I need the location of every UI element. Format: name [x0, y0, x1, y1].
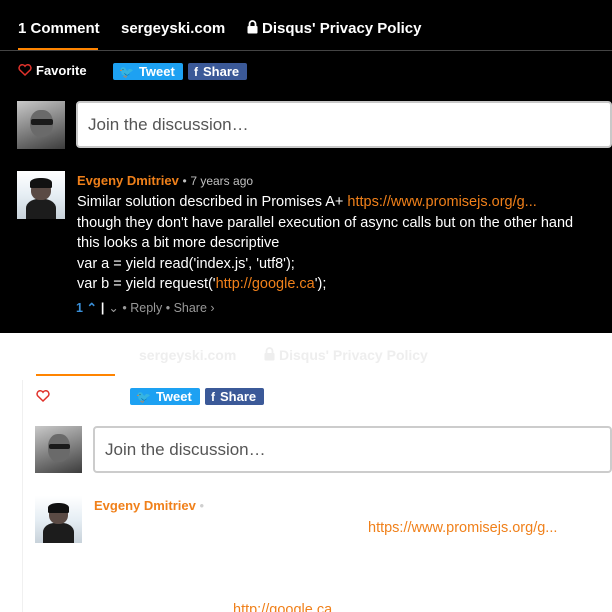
privacy-label: Disqus' Privacy Policy [262, 20, 422, 37]
tweet-button[interactable]: 🐦 Tweet [113, 63, 183, 80]
comment-author[interactable]: Evgeny Dmitriev [77, 173, 179, 188]
commenter-avatar[interactable] [17, 171, 65, 219]
upvote-count: 1 [76, 301, 83, 315]
share-label: Share [203, 64, 240, 79]
ghost-avatar-hat [47, 502, 70, 513]
vote-divider: | [100, 301, 105, 315]
comment-line-1: Similar solution described in Promises A… [77, 192, 537, 213]
comment-link-promises[interactable]: https://www.promisejs.org/g... [347, 194, 536, 210]
lock-icon [247, 20, 258, 34]
ghost-lock-icon [264, 347, 275, 361]
ghost-comment-author[interactable]: Evgeny Dmitriev [94, 498, 196, 513]
avatar-glasses [31, 119, 53, 125]
ghost-tweet-label: Tweet [155, 389, 192, 404]
ghost-share-button[interactable]: f Share [205, 388, 265, 405]
facebook-icon: f [194, 65, 198, 79]
ghost-privacy-label: Disqus' Privacy Policy [279, 347, 428, 363]
chevron-up-icon: ⌃ [86, 301, 97, 315]
upvote-button[interactable]: 1 ⌃ [76, 301, 97, 315]
ghost-heart-icon[interactable] [36, 390, 50, 402]
downvote-button[interactable]: ⌄ [108, 301, 118, 315]
ghost-meta-separator: • [199, 498, 205, 513]
ghost-avatar-glasses [49, 443, 70, 450]
ghost-author-line: Evgeny Dmitriev • [94, 498, 204, 513]
comment-line-4: var a = yield read('index.js', 'utf8'); [77, 256, 295, 272]
tab-privacy-policy[interactable]: Disqus' Privacy Policy [247, 20, 421, 37]
tweet-label: Tweet [138, 64, 175, 79]
share-menu-button[interactable]: Share › [174, 301, 215, 315]
ghost-tweet-button[interactable]: 🐦 Tweet [130, 388, 200, 405]
comment-author-line: Evgeny Dmitriev • 7 years ago [77, 173, 253, 188]
ghost-tab-underline [36, 374, 115, 376]
ghost-link-promises[interactable]: https://www.promisejs.org/g... [368, 520, 557, 536]
chevron-down-icon: ⌄ [108, 301, 119, 315]
footer-dot-2: • [165, 301, 174, 315]
avatar-hat [29, 177, 53, 189]
comment-line-5: var b = yield request('http://google.ca'… [77, 274, 326, 295]
ghost-tab-privacy[interactable]: Disqus' Privacy Policy [264, 347, 428, 363]
ghost-twitter-bird-icon: 🐦 [136, 390, 151, 404]
join-discussion-input[interactable]: Join the discussion… [76, 101, 612, 148]
ghost-share-label: Share [220, 389, 257, 404]
comment-line-2: though they don't have parallel executio… [77, 215, 574, 231]
comment-text-5-post: '); [314, 276, 327, 292]
ghost-link-google[interactable]: http://google.ca [233, 602, 332, 612]
nav-divider [0, 50, 612, 51]
comment-text-1: Similar solution described in Promises A… [77, 194, 348, 210]
favorite-button[interactable]: Favorite [18, 63, 87, 78]
twitter-bird-icon: 🐦 [119, 65, 134, 79]
tab-comments[interactable]: 1 Comment [18, 20, 100, 37]
avatar-body [25, 198, 57, 219]
tab-site[interactable]: sergeyski.com [121, 20, 225, 37]
meta-separator: • [182, 174, 187, 188]
heart-icon [18, 64, 32, 76]
ghost-avatar-body [43, 523, 74, 543]
share-button[interactable]: f Share [188, 63, 248, 80]
ghost-tab-site[interactable]: sergeyski.com [139, 347, 236, 363]
user-avatar[interactable] [17, 101, 65, 149]
ghost-facebook-icon: f [211, 390, 215, 404]
comment-time[interactable]: 7 years ago [190, 174, 253, 188]
ghost-join-discussion-input[interactable]: Join the discussion… [93, 426, 612, 473]
reply-button[interactable]: Reply [130, 301, 162, 315]
ghost-commenter-avatar[interactable] [35, 496, 82, 543]
comment-line-3: this looks a bit more descriptive [77, 235, 280, 251]
comment-link-google[interactable]: http://google.ca [216, 276, 315, 292]
comment-text-5-pre: var b = yield request(' [77, 276, 216, 292]
ghost-user-avatar[interactable] [35, 426, 82, 473]
ghost-left-divider [22, 380, 23, 612]
top-nav: 1 Comment sergeyski.com Disqus' Privacy … [0, 0, 612, 52]
comment-footer: 1 ⌃ | ⌄ • Reply • Share › [76, 300, 215, 315]
dark-comment-panel: 1 Comment sergeyski.com Disqus' Privacy … [0, 0, 612, 333]
favorite-label: Favorite [36, 63, 87, 78]
